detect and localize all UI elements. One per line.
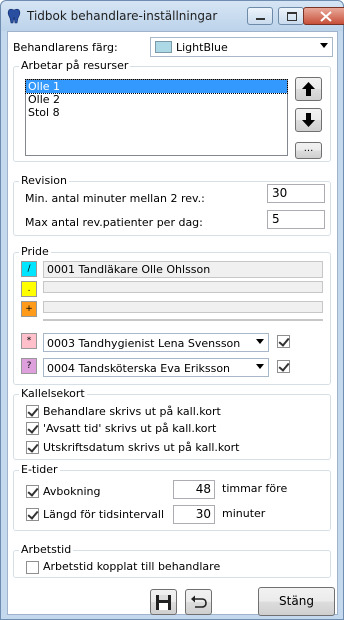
arbetstid-option-label[interactable]: Arbetstid kopplat till behandlare <box>43 560 220 573</box>
resources-group-title: Arbetar på resurser <box>19 59 131 72</box>
avbokning-checkbox[interactable] <box>26 485 39 498</box>
pride-field <box>43 301 323 313</box>
colour-swatch <box>155 41 172 53</box>
pride-employee-checkbox[interactable] <box>277 360 290 373</box>
list-item[interactable]: Olle 2 <box>26 93 287 106</box>
chevron-down-icon <box>320 43 328 48</box>
interval-label[interactable]: Längd för tidsintervall <box>43 508 164 521</box>
undo-button[interactable] <box>185 589 212 615</box>
revision-group-title: Revision <box>19 174 69 187</box>
min-minutes-input[interactable]: 30 <box>267 184 325 203</box>
pride-employee-value: 0004 Tandsköterska Eva Eriksson <box>47 362 231 375</box>
arbetstid-checkbox[interactable] <box>26 561 39 574</box>
interval-minutes-input[interactable]: 30 <box>173 505 215 524</box>
list-item[interactable]: Stol 8 <box>26 106 287 119</box>
minimize-icon <box>256 18 265 20</box>
pride-field <box>43 281 323 293</box>
title-bar[interactable]: Tidbok behandlare-inställningar <box>1 1 344 31</box>
pride-color-swatch[interactable]: ? <box>21 358 37 374</box>
etider-group: E-tider <box>13 463 331 531</box>
maximize-icon <box>287 12 297 21</box>
list-item[interactable]: Olle 1 <box>25 79 288 94</box>
pride-color-swatch[interactable]: / <box>21 261 37 277</box>
window-title: Tidbok behandlare-inställningar <box>27 9 218 23</box>
move-up-button[interactable] <box>295 77 322 101</box>
maximize-button[interactable] <box>278 7 304 25</box>
arbetstid-group-title: Arbetstid <box>19 543 74 556</box>
settings-window: Tidbok behandlare-inställningar Behandla… <box>0 0 344 620</box>
etider-group-title: E-tider <box>19 463 60 476</box>
chevron-down-icon <box>256 339 264 344</box>
resources-list[interactable]: Olle 1 Olle 2 Stol 8 <box>25 79 288 156</box>
max-patients-input[interactable]: 5 <box>267 210 325 229</box>
pride-employee-select[interactable]: 0004 Tandsköterska Eva Eriksson <box>43 358 269 377</box>
pride-employee-checkbox[interactable] <box>277 335 290 348</box>
pride-field: 0001 Tandläkare Olle Ohlsson <box>43 261 323 278</box>
max-patients-label: Max antal rev.patienter per dag: <box>25 216 203 229</box>
avbokning-hours-input[interactable]: 48 <box>173 480 215 499</box>
close-button[interactable]: Stäng <box>258 587 335 616</box>
more-resources-button[interactable]: ... <box>295 142 322 159</box>
chevron-down-icon <box>256 364 264 369</box>
colour-value: LightBlue <box>176 41 228 54</box>
move-down-button[interactable] <box>295 108 322 132</box>
colour-select[interactable]: LightBlue <box>150 37 333 57</box>
kallelsekort-checkbox[interactable] <box>26 441 39 454</box>
kallelsekort-option-label[interactable]: 'Avsatt tid' skrivs ut på kall.kort <box>43 422 216 435</box>
pride-color-swatch[interactable]: + <box>21 301 37 317</box>
close-window-button[interactable] <box>303 7 344 25</box>
avbokning-label[interactable]: Avbokning <box>43 485 100 498</box>
kallelsekort-option-label[interactable]: Utskriftsdatum skrivs ut på kall.kort <box>43 441 239 454</box>
close-icon <box>320 11 332 22</box>
dialog-body: Behandlarens färg: LightBlue Arbetar på … <box>7 31 338 616</box>
kallelsekort-option-label[interactable]: Behandlare skrivs ut på kall.kort <box>43 405 221 418</box>
minimize-button[interactable] <box>247 7 273 25</box>
interval-checkbox[interactable] <box>26 508 39 521</box>
undo-icon <box>191 595 207 608</box>
avbokning-unit-label: timmar före <box>222 482 288 495</box>
pride-divider <box>43 319 323 321</box>
arrow-down-icon <box>302 113 315 127</box>
pride-color-swatch[interactable]: * <box>21 333 37 349</box>
kallelsekort-checkbox[interactable] <box>26 405 39 418</box>
tooth-app-icon <box>7 8 21 24</box>
pride-employee-select[interactable]: 0003 Tandhygienist Lena Svensson <box>43 333 269 352</box>
kallelsekort-checkbox[interactable] <box>26 422 39 435</box>
pride-group-title: Pride <box>19 245 51 258</box>
colour-label: Behandlarens färg: <box>13 41 118 54</box>
floppy-disk-icon <box>156 595 171 610</box>
kallelsekort-group-title: Kallelsekort <box>19 387 87 400</box>
save-button[interactable] <box>150 589 177 615</box>
min-minutes-label: Min. antal minuter mellan 2 rev.: <box>25 192 205 205</box>
pride-employee-value: 0003 Tandhygienist Lena Svensson <box>47 337 241 350</box>
interval-unit-label: minuter <box>222 507 266 520</box>
pride-color-swatch[interactable]: . <box>21 281 37 297</box>
arrow-up-icon <box>302 82 315 96</box>
